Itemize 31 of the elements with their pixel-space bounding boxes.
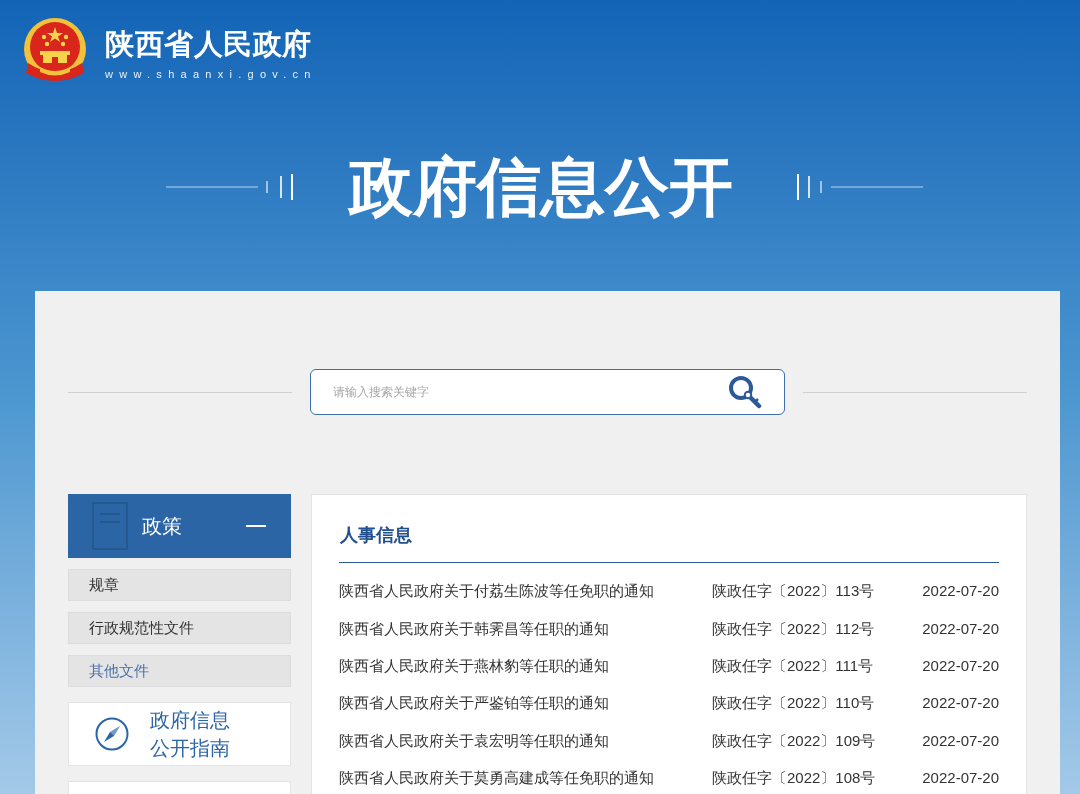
section-title: 人事信息 [339, 524, 412, 547]
section-header-button[interactable]: 政策 [68, 494, 291, 558]
news-link[interactable]: 陕西省人民政府关于袁宏明等任职的通知 [339, 729, 609, 753]
document-number: 陕政任字〔2022〕112号 [712, 618, 875, 639]
news-link[interactable]: 陕西省人民政府关于付荔生陈波等任免职的通知 [339, 580, 654, 603]
banner-title: 政府信息公开 [349, 155, 733, 219]
publish-date: 2022-07-20 [922, 767, 999, 788]
search-field[interactable]: 请输入搜索关键字 [310, 369, 785, 415]
sidebar-item[interactable]: 规章 [68, 569, 291, 601]
document-number: 陕政任字〔2022〕109号 [712, 730, 876, 751]
news-link[interactable]: 陕西省人民政府关于严鉴铂等任职的通知 [339, 692, 609, 715]
publish-date: 2022-07-20 [922, 730, 999, 751]
publish-date: 2022-07-20 [922, 581, 999, 602]
document-number: 陕政任字〔2022〕113号 [712, 581, 875, 602]
sidebar-item[interactable]: 其他文件 [68, 655, 291, 687]
publish-date: 2022-07-20 [922, 656, 999, 676]
compass-icon [95, 717, 129, 751]
guide-card[interactable]: 政府信息公开指南 [68, 702, 291, 766]
document-number: 陕政任字〔2022〕110号 [712, 693, 875, 714]
document-number: 陕政任字〔2022〕111号 [712, 656, 874, 676]
publish-date: 2022-07-20 [922, 618, 999, 639]
publish-date: 2022-07-20 [922, 693, 999, 714]
search-button[interactable] [727, 374, 763, 410]
site-url: www.shaanxi.gov.cn [105, 67, 317, 81]
document-number: 陕政任字〔2022〕108号 [712, 767, 876, 788]
site-title: 陕西省人民政府 [105, 27, 312, 61]
search-icon [728, 375, 762, 409]
news-link[interactable]: 陕西省人民政府关于莫勇高建成等任免职的通知 [339, 766, 654, 790]
news-link[interactable]: 陕西省人民政府关于燕林豹等任职的通知 [339, 655, 609, 678]
sidebar-item[interactable]: 行政规范性文件 [68, 612, 291, 644]
news-link[interactable]: 陕西省人民政府关于韩霁昌等任职的通知 [339, 617, 609, 641]
